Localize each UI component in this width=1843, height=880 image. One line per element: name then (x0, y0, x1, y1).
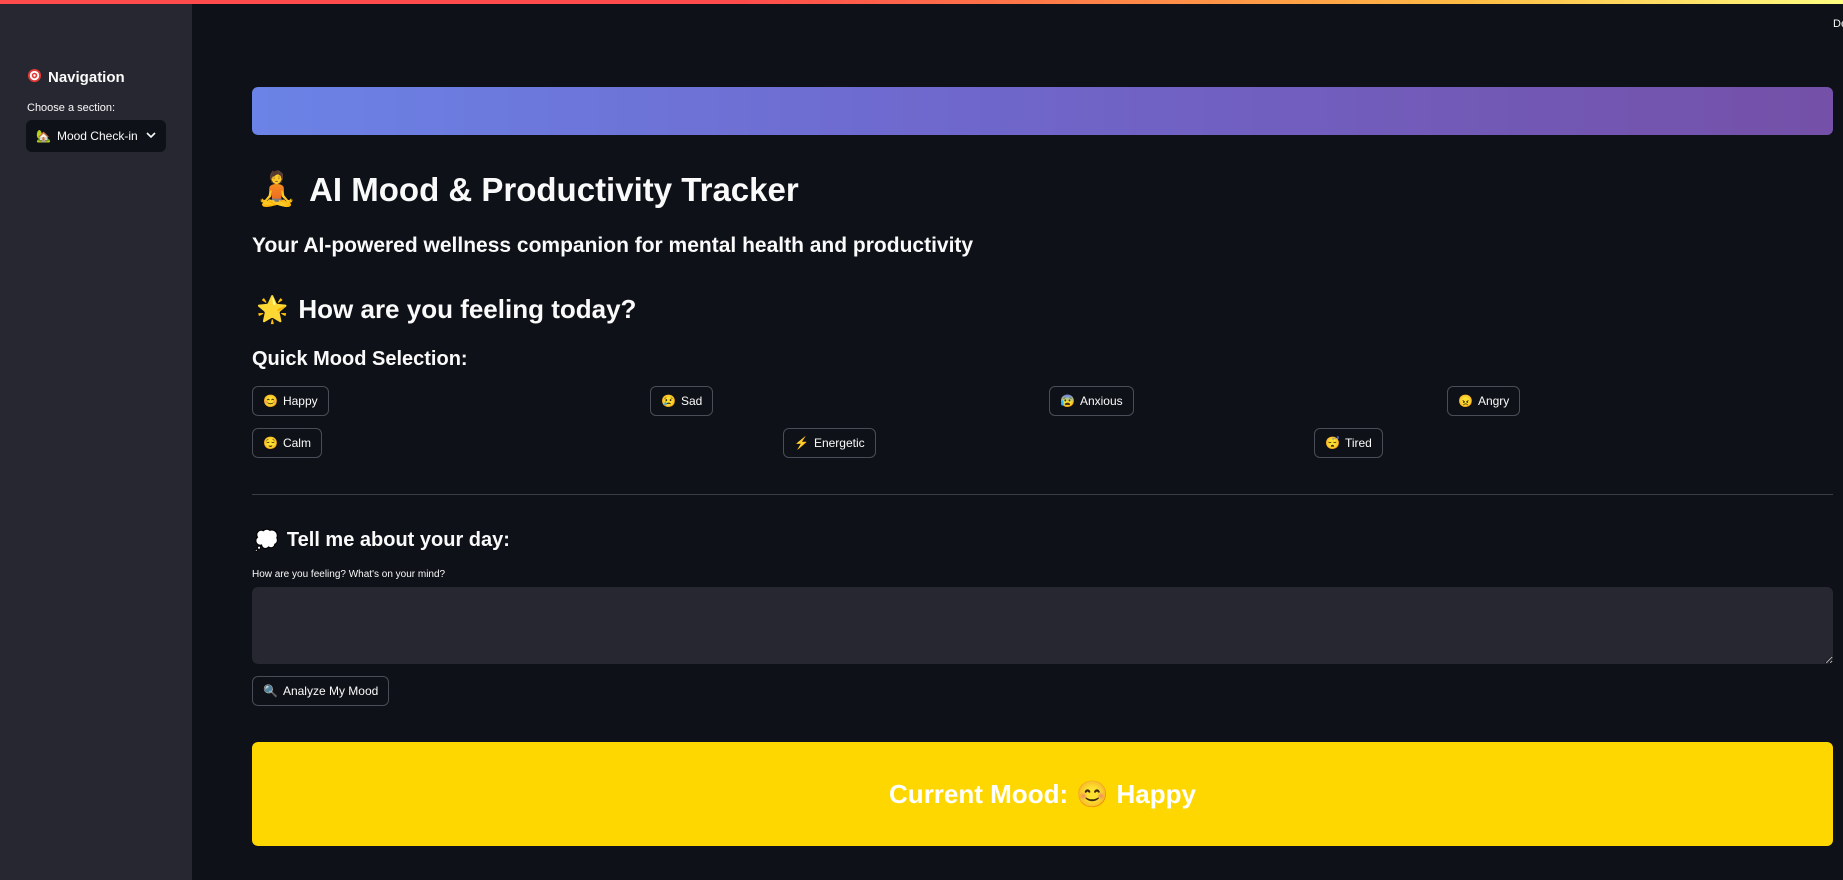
mood-button-label: Angry (1477, 394, 1510, 408)
anxious-icon: 😰 (1060, 394, 1075, 408)
star-icon: 🌟 (256, 294, 289, 324)
tired-icon: 😴 (1325, 436, 1340, 450)
day-heading: 💭 Tell me about your day: (254, 528, 510, 553)
mood-button-label: Energetic (813, 436, 865, 450)
day-heading-text: Tell me about your day: (286, 529, 510, 551)
mood-button-sad[interactable]: 😢 Sad (650, 386, 714, 416)
calm-icon: 😌 (263, 436, 278, 450)
mood-button-label: Happy (282, 394, 318, 408)
analyze-mood-label: Analyze My Mood (282, 684, 379, 698)
thought-bubble-icon: 💭 (254, 530, 279, 552)
mood-button-energetic[interactable]: ⚡ Energetic (783, 428, 876, 458)
current-mood-value: Happy (1116, 778, 1196, 809)
feeling-heading: 🌟 How are you feeling today? (256, 294, 636, 325)
section-select[interactable]: 🏡 Mood Check-in (26, 120, 166, 152)
mood-button-calm[interactable]: 😌 Calm (252, 428, 322, 458)
day-textarea[interactable] (252, 587, 1833, 664)
current-mood-label: Current Mood: (889, 778, 1069, 809)
deploy-button[interactable]: Deploy (1833, 18, 1843, 30)
smiling-face-icon: 😊 (1076, 778, 1109, 809)
current-mood-panel: Current Mood: 😊 Happy (252, 742, 1833, 846)
chevron-down-icon (146, 130, 156, 143)
mood-button-angry[interactable]: 😠 Angry (1447, 386, 1521, 416)
mood-button-tired[interactable]: 😴 Tired (1314, 428, 1383, 458)
mood-button-label: Anxious (1079, 394, 1123, 408)
page-title: 🧘 AI Mood & Productivity Tracker (256, 170, 799, 209)
sidebar-title: Navigation (27, 68, 125, 87)
mood-button-happy[interactable]: 😊 Happy (252, 386, 329, 416)
divider (252, 494, 1833, 495)
top-decoration-bar (0, 0, 1843, 4)
mood-button-label: Calm (282, 436, 311, 450)
meditation-icon: 🧘 (256, 170, 298, 207)
sidebar: Navigation Choose a section: 🏡 Mood Chec… (0, 4, 192, 880)
section-select-value: Mood Check-in (56, 129, 138, 143)
feeling-heading-text: How are you feeling today? (298, 294, 637, 324)
happy-icon: 😊 (263, 394, 278, 408)
analyze-mood-button[interactable]: 🔍 Analyze My Mood (252, 676, 390, 706)
home-icon: 🏡 (36, 129, 51, 143)
day-textarea-label: How are you feeling? What's on your mind… (252, 569, 446, 580)
page-subtitle: Your AI-powered wellness companion for m… (252, 234, 974, 257)
header-banner (252, 87, 1833, 135)
page-title-text: AI Mood & Productivity Tracker (309, 170, 799, 208)
mood-button-label: Tired (1344, 436, 1372, 450)
lightning-icon: ⚡ (794, 436, 809, 450)
mood-button-label: Sad (680, 394, 703, 408)
section-select-label: Choose a section: (27, 102, 116, 114)
sidebar-title-text: Navigation (48, 69, 125, 86)
quick-mood-heading: Quick Mood Selection: (252, 348, 468, 370)
angry-icon: 😠 (1458, 394, 1473, 408)
magnifier-icon: 🔍 (263, 684, 278, 698)
mood-button-anxious[interactable]: 😰 Anxious (1049, 386, 1134, 416)
target-icon (27, 68, 42, 87)
sad-icon: 😢 (661, 394, 676, 408)
